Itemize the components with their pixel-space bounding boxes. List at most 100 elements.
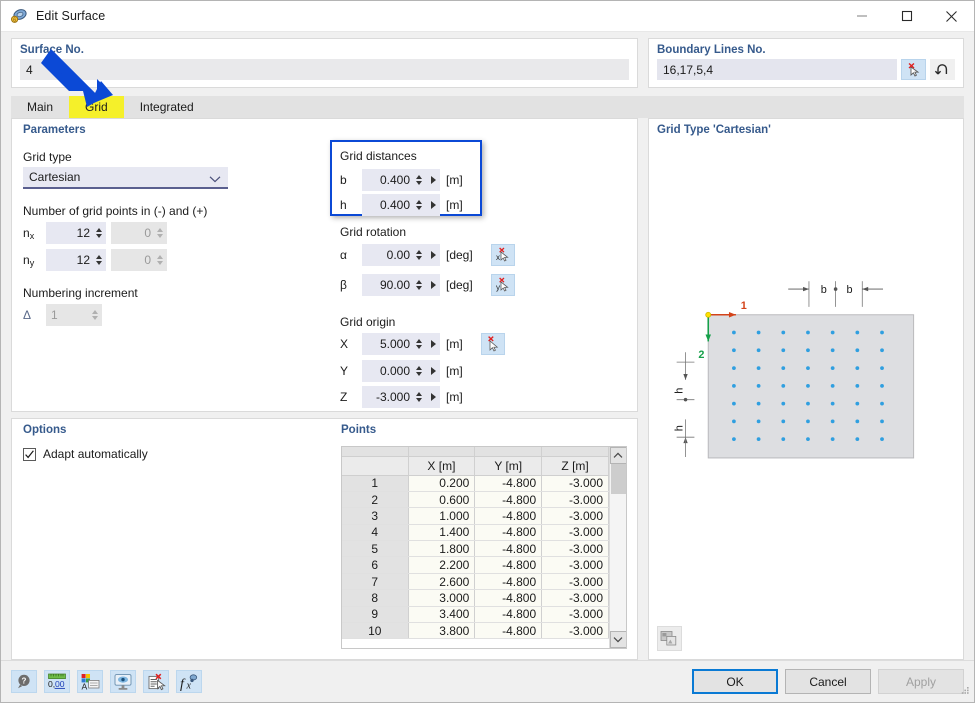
- play-triangle-icon[interactable]: [426, 281, 440, 289]
- units-decimal-places-icon[interactable]: 0, 00: [44, 670, 70, 693]
- grid-origin-z-stepper[interactable]: -3.000: [362, 386, 440, 408]
- tab-grid[interactable]: Grid: [69, 96, 124, 118]
- nx-plus-spinner-arrows[interactable]: [155, 222, 167, 244]
- table-row[interactable]: 83.000-4.800-3.000: [342, 590, 609, 606]
- play-triangle-icon[interactable]: [426, 176, 440, 184]
- cell-z[interactable]: -3.000: [542, 606, 609, 622]
- ny-minus-spinner-arrows[interactable]: [94, 249, 106, 271]
- chevron-down-icon[interactable]: [610, 631, 627, 648]
- table-row[interactable]: 31.000-4.800-3.000: [342, 508, 609, 524]
- cell-x[interactable]: 2.600: [408, 573, 475, 589]
- cell-y[interactable]: -4.800: [475, 541, 542, 557]
- reverse-orientation-icon[interactable]: [930, 59, 955, 80]
- grid-rotation-alpha-stepper[interactable]: 0.00: [362, 244, 440, 266]
- surface-no-field[interactable]: 4: [20, 59, 629, 80]
- grid-distance-h-stepper[interactable]: 0.400: [362, 194, 440, 216]
- cell-x[interactable]: 3.800: [408, 623, 475, 639]
- ny-plus-stepper[interactable]: 0: [111, 249, 167, 271]
- scrollbar-thumb[interactable]: [611, 464, 626, 494]
- table-row[interactable]: 103.800-4.800-3.000: [342, 623, 609, 639]
- table-row[interactable]: 20.600-4.800-3.000: [342, 491, 609, 507]
- cell-x[interactable]: 3.000: [408, 590, 475, 606]
- visibility-icon[interactable]: [110, 670, 136, 693]
- points-col-index[interactable]: [342, 456, 408, 475]
- boundary-lines-input[interactable]: 16,17,5,4: [657, 59, 897, 80]
- grid-type-select[interactable]: Cartesian: [23, 167, 228, 189]
- nx-minus-stepper[interactable]: 12: [46, 222, 106, 244]
- table-row[interactable]: 41.400-4.800-3.000: [342, 524, 609, 540]
- comment-pick-icon[interactable]: [143, 670, 169, 693]
- pick-in-graphic-icon[interactable]: [901, 59, 926, 80]
- ok-button[interactable]: OK: [692, 669, 778, 694]
- grid-origin-x-stepper[interactable]: 5.000: [362, 333, 440, 355]
- cell-x[interactable]: 1.000: [408, 508, 475, 524]
- play-triangle-icon[interactable]: [426, 367, 440, 375]
- pick-rotation-y-icon[interactable]: y: [491, 274, 515, 296]
- help-icon[interactable]: ?: [11, 670, 37, 693]
- cell-y[interactable]: -4.800: [475, 606, 542, 622]
- grid-rotation-beta-spinner-arrows[interactable]: [414, 274, 426, 296]
- grid-distance-b-stepper[interactable]: 0.400: [362, 169, 440, 191]
- nx-minus-spinner-arrows[interactable]: [94, 222, 106, 244]
- cell-y[interactable]: -4.800: [475, 590, 542, 606]
- cell-y[interactable]: -4.800: [475, 475, 542, 491]
- close-icon[interactable]: [929, 1, 974, 32]
- grid-rotation-beta-stepper[interactable]: 90.00: [362, 274, 440, 296]
- ny-plus-spinner-arrows[interactable]: [155, 249, 167, 271]
- grid-rotation-alpha-spinner-arrows[interactable]: [414, 244, 426, 266]
- points-col-z[interactable]: Z [m]: [542, 456, 609, 475]
- cell-x[interactable]: 0.600: [408, 491, 475, 507]
- cell-z[interactable]: -3.000: [542, 623, 609, 639]
- cell-y[interactable]: -4.800: [475, 491, 542, 507]
- cell-z[interactable]: -3.000: [542, 475, 609, 491]
- cell-x[interactable]: 1.400: [408, 524, 475, 540]
- cell-z[interactable]: -3.000: [542, 491, 609, 507]
- grid-origin-x-spinner-arrows[interactable]: [414, 333, 426, 355]
- play-triangle-icon[interactable]: [426, 393, 440, 401]
- cell-x[interactable]: 0.200: [408, 475, 475, 491]
- adapt-automatically-checkbox[interactable]: [23, 448, 36, 461]
- grid-origin-y-stepper[interactable]: 0.000: [362, 360, 440, 382]
- pick-origin-icon[interactable]: [481, 333, 505, 355]
- grid-distance-h-spinner-arrows[interactable]: [414, 194, 426, 216]
- formula-icon[interactable]: f x: [176, 670, 202, 693]
- points-col-x[interactable]: X [m]: [408, 456, 475, 475]
- display-properties-icon[interactable]: A: [77, 670, 103, 693]
- grid-origin-z-spinner-arrows[interactable]: [414, 386, 426, 408]
- cell-z[interactable]: -3.000: [542, 573, 609, 589]
- table-row[interactable]: 93.400-4.800-3.000: [342, 606, 609, 622]
- cell-y[interactable]: -4.800: [475, 573, 542, 589]
- minimize-icon[interactable]: [839, 1, 884, 32]
- cell-z[interactable]: -3.000: [542, 557, 609, 573]
- cell-x[interactable]: 1.800: [408, 541, 475, 557]
- ny-minus-stepper[interactable]: 12: [46, 249, 106, 271]
- cell-y[interactable]: -4.800: [475, 623, 542, 639]
- tab-main[interactable]: Main: [11, 96, 69, 118]
- cell-y[interactable]: -4.800: [475, 524, 542, 540]
- cell-z[interactable]: -3.000: [542, 590, 609, 606]
- nx-plus-stepper[interactable]: 0: [111, 222, 167, 244]
- play-triangle-icon[interactable]: [426, 340, 440, 348]
- chevron-up-icon[interactable]: [610, 447, 627, 464]
- table-row[interactable]: 51.800-4.800-3.000: [342, 541, 609, 557]
- preview-image-icon[interactable]: [657, 626, 682, 651]
- cell-y[interactable]: -4.800: [475, 557, 542, 573]
- cell-y[interactable]: -4.800: [475, 508, 542, 524]
- scrollbar-track[interactable]: [610, 494, 627, 631]
- cell-z[interactable]: -3.000: [542, 508, 609, 524]
- play-triangle-icon[interactable]: [426, 201, 440, 209]
- table-row[interactable]: 72.600-4.800-3.000: [342, 573, 609, 589]
- resize-grip-icon[interactable]: [959, 685, 970, 699]
- numbering-increment-spinner-arrows[interactable]: [90, 304, 102, 326]
- cell-x[interactable]: 3.400: [408, 606, 475, 622]
- play-triangle-icon[interactable]: [426, 251, 440, 259]
- points-table-scrollbar[interactable]: [609, 447, 626, 648]
- tab-integrated[interactable]: Integrated: [124, 96, 210, 118]
- cancel-button[interactable]: Cancel: [785, 669, 871, 694]
- pick-rotation-x-icon[interactable]: x: [491, 244, 515, 266]
- points-col-y[interactable]: Y [m]: [475, 456, 542, 475]
- cell-z[interactable]: -3.000: [542, 541, 609, 557]
- maximize-icon[interactable]: [884, 1, 929, 32]
- table-row[interactable]: 10.200-4.800-3.000: [342, 475, 609, 491]
- cell-x[interactable]: 2.200: [408, 557, 475, 573]
